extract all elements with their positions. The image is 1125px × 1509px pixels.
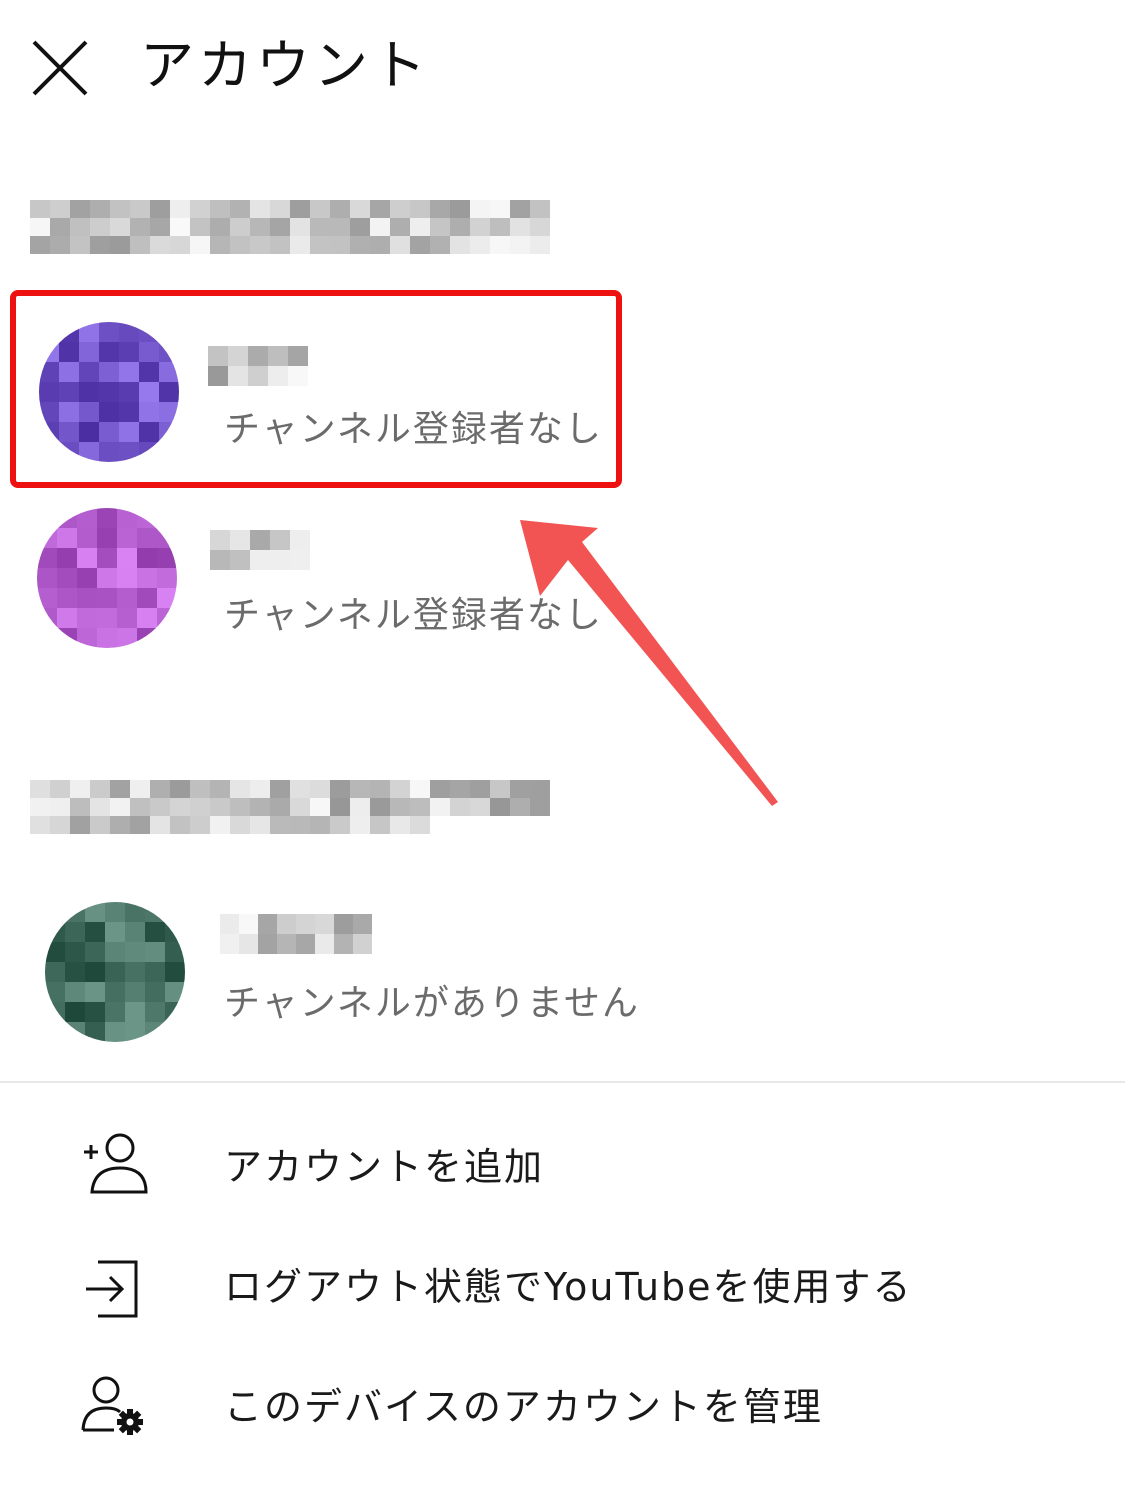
sign-in-icon xyxy=(86,1260,138,1318)
account-name-redacted xyxy=(220,914,372,954)
add-person-icon xyxy=(84,1133,148,1194)
avatar xyxy=(39,322,179,462)
account-name-redacted xyxy=(208,346,308,386)
close-button[interactable] xyxy=(24,30,96,102)
divider xyxy=(0,1081,1125,1083)
manage-accounts-icon xyxy=(81,1376,143,1435)
account-name-redacted xyxy=(210,530,310,570)
account-subtitle: チャンネル登録者なし xyxy=(224,409,603,450)
account-email-redacted xyxy=(30,200,550,254)
manage-accounts-button[interactable]: このデバイスのアカウントを管理 xyxy=(0,1352,1125,1462)
account-subtitle: チャンネル登録者なし xyxy=(224,595,603,636)
avatar-pixels-1 xyxy=(39,322,179,462)
avatar xyxy=(45,902,185,1042)
use-signed-out-label: ログアウト状態でYouTubeを使用する xyxy=(224,1265,913,1309)
close-icon xyxy=(32,40,88,96)
page-title: アカウント xyxy=(140,34,430,97)
account-row[interactable]: チャンネル登録者なし xyxy=(14,292,624,488)
account-email-redacted xyxy=(30,780,550,834)
avatar xyxy=(37,508,177,648)
add-account-button[interactable]: アカウントを追加 xyxy=(0,1112,1125,1222)
account-row[interactable]: チャンネル登録者なし xyxy=(14,482,624,678)
account-subtitle: チャンネルがありません xyxy=(224,983,640,1024)
add-account-label: アカウントを追加 xyxy=(224,1145,545,1189)
manage-accounts-label: このデバイスのアカウントを管理 xyxy=(224,1385,823,1429)
use-signed-out-button[interactable]: ログアウト状態でYouTubeを使用する xyxy=(0,1232,1125,1342)
avatar-pixels-2 xyxy=(37,508,177,648)
account-row[interactable]: チャンネルがありません xyxy=(14,872,638,1068)
avatar-pixels-3 xyxy=(45,902,185,1042)
